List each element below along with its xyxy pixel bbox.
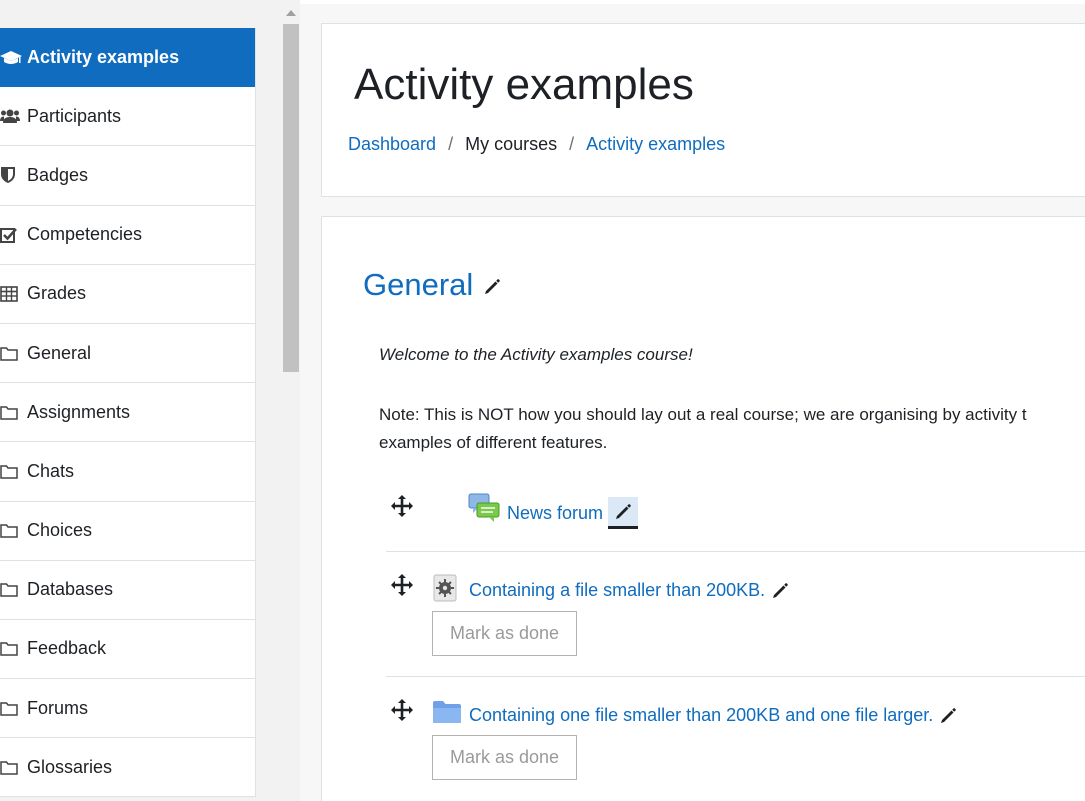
activity-divider (386, 551, 1085, 552)
activity-name: Containing one file smaller than 200KB a… (469, 705, 934, 725)
mark-as-done-button[interactable]: Mark as done (432, 611, 577, 656)
sidebar-item-label: Choices (27, 520, 93, 541)
section-title-link[interactable]: General (363, 267, 473, 303)
sidebar-item-label: Glossaries (27, 756, 113, 777)
sidebar-item-choices[interactable]: Choices (0, 502, 255, 561)
section-note-text: Note: This is NOT how you should lay out… (379, 401, 1085, 457)
checkbox-icon (0, 226, 27, 244)
top-edge (300, 0, 1085, 4)
sidebar-item-label: Competencies (27, 224, 143, 245)
scroll-up-arrow-icon[interactable] (286, 10, 296, 16)
sidebar-item-badges[interactable]: Badges (0, 146, 255, 206)
activity-link[interactable]: Containing one file smaller than 200KB a… (469, 705, 957, 726)
sidebar-item-chats[interactable]: Chats (0, 442, 255, 502)
sidebar-item-glossaries[interactable]: Glossaries (0, 738, 255, 798)
activity-news-forum: News forum (388, 493, 1085, 535)
sidebar-item-label: Chats (27, 460, 75, 481)
edit-pencil-icon (616, 503, 631, 519)
edit-button[interactable] (608, 497, 639, 529)
breadcrumb: Dashboard / My courses / Activity exampl… (348, 134, 725, 155)
breadcrumb-separator: / (569, 134, 575, 154)
section-title: General (363, 267, 501, 303)
breadcrumb-dashboard-link[interactable]: Dashboard (348, 134, 436, 155)
table-icon (0, 286, 27, 302)
activity-name: News forum (507, 502, 604, 523)
activity-link[interactable]: News forum (507, 497, 639, 529)
activity-name: Containing a file smaller than 200KB. (469, 580, 766, 600)
sidebar-item-general[interactable]: General (0, 324, 255, 384)
breadcrumb-my-courses: My courses (465, 134, 558, 154)
folder-icon (0, 346, 27, 361)
sidebar-item-label: Grades (27, 283, 87, 304)
sidebar-item-feedback[interactable]: Feedback (0, 620, 255, 680)
folder-icon (433, 701, 461, 723)
sidebar-nav-list: Activity examples Participants Badges Co… (0, 28, 256, 798)
course-content: General Welcome to the Activity examples… (321, 216, 1085, 801)
sidebar-item-activity-examples[interactable]: Activity examples (0, 28, 255, 88)
sidebar-item-grades[interactable]: Grades (0, 265, 255, 324)
mark-as-done-button[interactable]: Mark as done (432, 735, 577, 780)
sidebar-item-label: Feedback (27, 638, 107, 659)
move-icon[interactable] (391, 699, 413, 721)
activity-divider (386, 676, 1085, 677)
folder-icon (0, 405, 27, 420)
file-icon (433, 574, 457, 602)
sidebar-item-databases[interactable]: Databases (0, 561, 255, 620)
sidebar-scrollbar[interactable] (282, 6, 300, 801)
activity-link[interactable]: Containing a file smaller than 200KB. (469, 580, 789, 601)
sidebar-item-label: Activity examples (27, 47, 180, 68)
sidebar-item-competencies[interactable]: Competencies (0, 206, 255, 265)
page-title: Activity examples (354, 60, 694, 109)
breadcrumb-separator: / (448, 134, 454, 154)
page-header: Activity examples Dashboard / My courses… (321, 23, 1085, 197)
scrollbar-thumb[interactable] (283, 24, 299, 372)
sidebar-item-label: Badges (27, 164, 89, 185)
sidebar-item-label: Assignments (27, 401, 131, 422)
folder-icon (0, 641, 27, 657)
sidebar-item-label: Participants (27, 105, 122, 126)
course-index-sidebar: Activity examples Participants Badges Co… (0, 0, 300, 801)
sidebar-item-assignments[interactable]: Assignments (0, 383, 255, 443)
move-icon[interactable] (391, 495, 413, 517)
breadcrumb-current-course-link[interactable]: Activity examples (586, 134, 725, 155)
edit-pencil-icon[interactable] (483, 278, 501, 296)
activity-file: Containing a file smaller than 200KB. Ma… (388, 574, 1085, 664)
move-icon[interactable] (391, 574, 413, 596)
folder-icon (0, 523, 27, 538)
folder-icon (0, 464, 27, 479)
activity-folder: Containing one file smaller than 200KB a… (388, 699, 1085, 789)
sidebar-item-label: Forums (27, 697, 89, 718)
graduation-cap-icon (0, 49, 27, 67)
sidebar-item-participants[interactable]: Participants (0, 87, 255, 147)
users-icon (0, 108, 27, 124)
forum-icon (468, 493, 500, 522)
note-line-1: Note: This is NOT how you should lay out… (379, 405, 1027, 424)
edit-pencil-icon[interactable] (939, 707, 957, 725)
section-welcome-text: Welcome to the Activity examples course! (379, 345, 693, 364)
sidebar-item-label: Databases (27, 579, 114, 600)
sidebar-item-forums[interactable]: Forums (0, 679, 255, 739)
folder-icon (0, 701, 27, 716)
shield-icon (0, 166, 27, 184)
folder-icon (0, 760, 27, 775)
sidebar-item-label: General (27, 342, 92, 363)
edit-pencil-icon[interactable] (771, 582, 789, 600)
note-line-2: examples of different features. (379, 433, 608, 452)
folder-icon (0, 582, 27, 598)
